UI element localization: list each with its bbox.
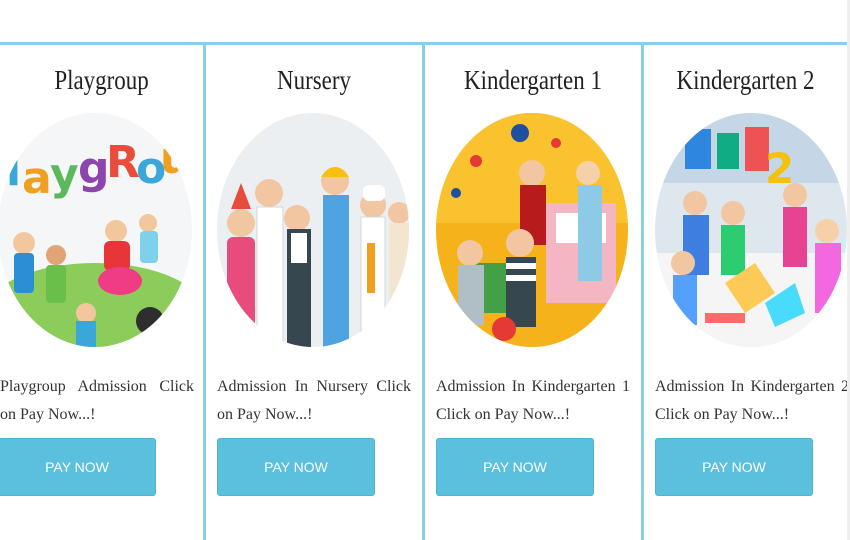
card-description: Admission In Nursery Click on Pay Now...…	[217, 378, 411, 423]
card-description: Admission In Kindergarten 2 Click on Pay…	[655, 378, 849, 423]
program-card-nursery: Nursery Admission In Nursery Click on Pa…	[206, 45, 422, 540]
program-card-playgroup: Playgroup l a y g R o u Playgroup Admiss…	[0, 45, 203, 540]
nursery-image	[217, 113, 409, 347]
card-title: Kindergarten 1	[464, 65, 602, 95]
kindergarten-1-image	[436, 113, 628, 347]
svg-text:g: g	[78, 143, 110, 194]
pay-now-button[interactable]: PAY NOW	[0, 438, 156, 496]
pay-now-button[interactable]: PAY NOW	[655, 438, 813, 496]
svg-text:a: a	[22, 153, 52, 204]
svg-text:u: u	[160, 133, 191, 184]
pay-now-button[interactable]: PAY NOW	[217, 438, 375, 496]
program-card-kindergarten-2: Kindergarten 2 2 Admission In Kindergart…	[644, 45, 849, 540]
playgroup-image: l a y g R o u	[0, 113, 192, 347]
card-title: Kindergarten 2	[676, 65, 815, 95]
program-card-kindergarten-1: Kindergarten 1 Admission In Kindergarten…	[425, 45, 641, 540]
kindergarten-2-image: 2	[655, 113, 847, 347]
playgroup-letter-l: l	[6, 145, 21, 196]
card-description: Admission In Kindergarten 1 Click on Pay…	[436, 378, 630, 423]
card-title: Nursery	[277, 65, 351, 95]
card-title: Playgroup	[54, 65, 149, 95]
top-header-bar	[0, 0, 850, 42]
pay-now-button[interactable]: PAY NOW	[436, 438, 594, 496]
card-description: Playgroup Admission Click on Pay Now...!	[0, 378, 194, 423]
svg-text:y: y	[50, 149, 79, 200]
svg-text:R: R	[106, 137, 140, 188]
